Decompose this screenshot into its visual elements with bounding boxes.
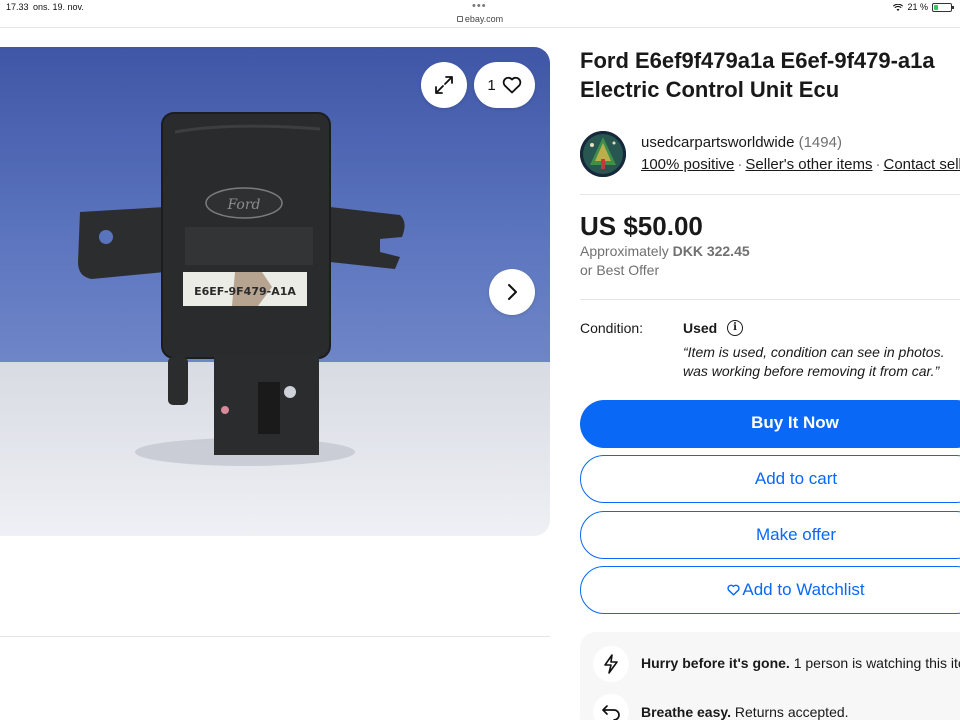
ford-logo-text: Ford <box>226 197 260 213</box>
status-time: 17.33 <box>6 2 29 12</box>
status-indicators: 21 % <box>893 2 954 12</box>
best-offer-note: or Best Offer <box>580 262 660 278</box>
expand-image-button[interactable] <box>421 62 467 108</box>
price: US $50.00 <box>580 211 703 241</box>
battery-percent: 21 % <box>907 2 928 12</box>
watch-count: 1 <box>487 76 496 94</box>
breathe-text: Returns accepted. <box>734 704 849 720</box>
add-to-cart-label: Add to cart <box>754 469 838 488</box>
multitasking-dots[interactable]: ••• <box>472 0 487 12</box>
make-offer-button[interactable]: Make offer <box>580 511 960 559</box>
condition-label: Condition: <box>580 320 644 336</box>
approx-value: DKK 322.45 <box>672 243 750 259</box>
lightning-glyph <box>604 654 618 674</box>
add-to-watchlist-button[interactable]: Add to Watchlist <box>580 566 960 614</box>
next-image-button[interactable] <box>489 269 535 315</box>
heart-icon <box>727 584 740 596</box>
sellers-other-items-link[interactable]: Seller's other items <box>745 156 872 173</box>
add-to-watchlist-label: Add to Watchlist <box>742 580 865 599</box>
watch-count-button[interactable]: 1 <box>474 62 535 108</box>
approx-prefix: Approximately <box>580 243 669 259</box>
hurry-heading: Hurry before it's gone. <box>641 655 790 671</box>
approx-price: Approximately DKK 322.45 <box>580 243 750 259</box>
seller-name[interactable]: usedcarpartsworldwide <box>641 134 794 151</box>
seller-feedback-count: (1494) <box>798 134 842 151</box>
seller-info: usedcarpartsworldwide (1494) 100% positi… <box>580 131 960 179</box>
heart-icon <box>502 76 521 94</box>
condition-quote-line-1: “Item is used, condition can see in phot… <box>683 344 945 360</box>
seller-links: 100% positive · Seller's other items · Conta… <box>641 156 960 173</box>
watchlist-label-wrap: Add to Watchlist <box>581 580 960 600</box>
url-text: ebay.com <box>464 14 504 24</box>
condition-value: Used <box>683 320 718 336</box>
hurry-text: 1 person is watching this item. <box>793 655 960 671</box>
return-arrow-glyph <box>602 705 620 720</box>
product-image[interactable]: Ford E6EF-9F479-A1A <box>0 47 550 536</box>
make-offer-label: Make offer <box>755 525 836 544</box>
watchers-notice: Hurry before it's gone. 1 person is watc… <box>641 655 960 671</box>
status-bar: 17.33 ons. 19. nov. ••• ebay.com 21 % <box>0 0 960 28</box>
seller-avatar[interactable] <box>580 131 626 177</box>
separator-dot: · <box>737 156 743 173</box>
status-date: ons. 19. nov. <box>33 2 84 12</box>
return-arrow-icon <box>593 694 629 720</box>
condition-description: “Item is used, condition can see in phot… <box>683 343 960 381</box>
product-photo: Ford E6EF-9F479-A1A <box>0 47 550 536</box>
divider <box>0 636 550 637</box>
seller-name-row[interactable]: usedcarpartsworldwide (1494) <box>641 134 842 151</box>
buy-it-now-button[interactable]: Buy It Now <box>580 400 960 448</box>
buy-it-now-label: Buy It Now <box>751 413 839 432</box>
listing-title: Ford E6ef9f479a1a E6ef-9f479-a1a Electri… <box>580 48 935 102</box>
lightning-icon <box>593 646 629 682</box>
lock-icon <box>456 16 463 22</box>
separator-dot: · <box>875 156 881 173</box>
add-to-cart-button[interactable]: Add to cart <box>580 455 960 503</box>
divider <box>580 299 960 300</box>
condition-quote-line-2: was working before removing it from car.… <box>683 363 940 379</box>
info-icon[interactable]: i <box>727 320 743 336</box>
positive-feedback-link[interactable]: 100% positive <box>641 156 734 173</box>
contact-seller-link[interactable]: Contact seller <box>883 156 960 173</box>
promo-panel: Hurry before it's gone. 1 person is watc… <box>580 632 960 720</box>
chevron-right-icon <box>508 284 517 300</box>
avatar-image <box>580 131 626 177</box>
battery-icon <box>932 2 954 12</box>
expand-icon <box>435 76 453 94</box>
breathe-heading: Breathe easy. <box>641 704 732 720</box>
divider <box>580 194 960 195</box>
returns-notice: Breathe easy. Returns accepted. <box>641 704 849 720</box>
address-bar[interactable]: ebay.com <box>0 14 960 24</box>
wifi-icon <box>893 3 904 11</box>
part-label-text: E6EF-9F479-A1A <box>194 285 296 298</box>
